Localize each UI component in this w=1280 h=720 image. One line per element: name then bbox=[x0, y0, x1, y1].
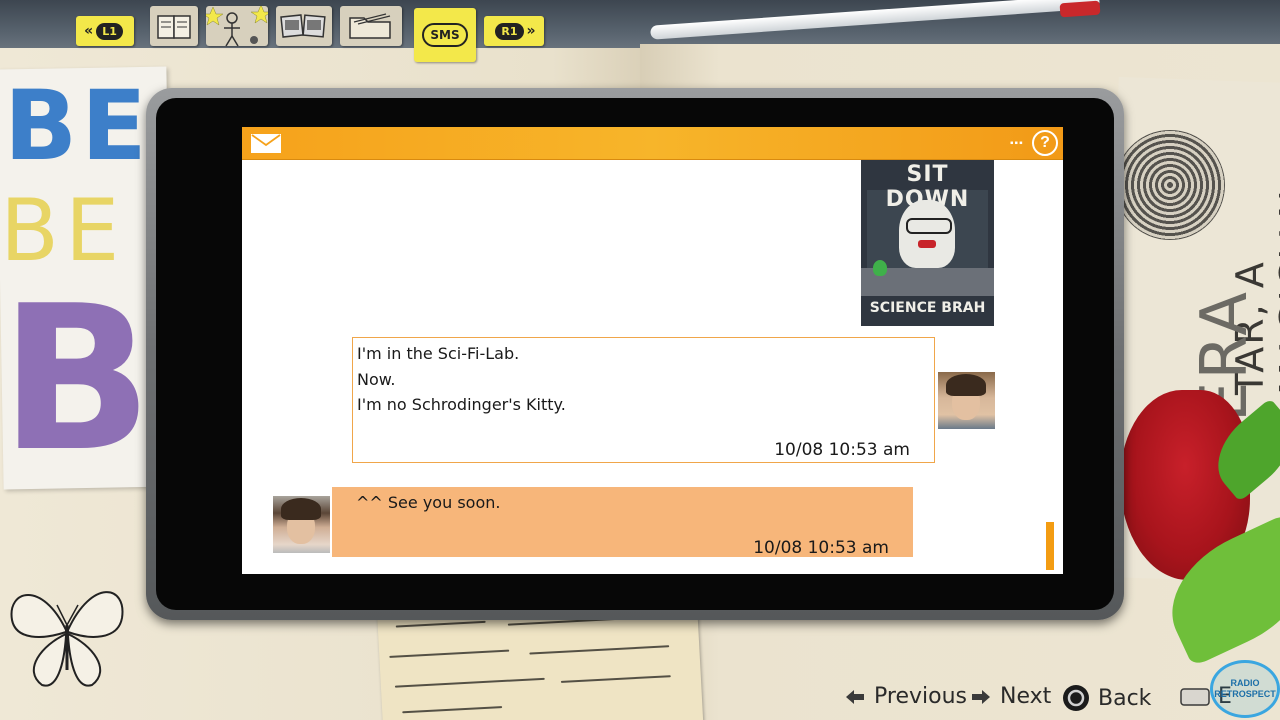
scrollbar[interactable] bbox=[1046, 522, 1054, 570]
l1-bumper-button[interactable]: « L1 bbox=[76, 16, 134, 46]
tab-characters[interactable] bbox=[202, 4, 272, 47]
double-chevron-right-icon: » bbox=[526, 23, 536, 39]
scribble-line bbox=[529, 645, 670, 655]
photos-icon bbox=[280, 14, 326, 38]
message-timestamp: 10/08 10:53 am bbox=[753, 538, 889, 558]
camera-lens-drawing bbox=[1115, 130, 1225, 240]
back-hint[interactable]: Back bbox=[1062, 684, 1151, 712]
tab-photos[interactable] bbox=[276, 6, 332, 46]
dpad-left-icon bbox=[846, 689, 864, 704]
message-line: I'm no Schrodinger's Kitty. bbox=[357, 395, 566, 414]
double-chevron-left-icon: « bbox=[84, 23, 94, 39]
scribble-line bbox=[395, 620, 486, 628]
poster-flask bbox=[873, 260, 887, 276]
message-line: Now. bbox=[357, 370, 396, 389]
circle-button-icon bbox=[1063, 685, 1089, 711]
poster-cat bbox=[899, 200, 955, 268]
sent-message-bubble: ^^ See you soon. 10/08 10:53 am bbox=[332, 487, 913, 558]
r1-bumper-button[interactable]: R1 » bbox=[484, 16, 544, 46]
poster-cat-bowtie bbox=[918, 240, 936, 248]
dpad-right-icon bbox=[972, 689, 990, 704]
signal-icon: ▪▪▪ bbox=[1010, 138, 1024, 149]
r1-label: R1 bbox=[495, 22, 524, 40]
sms-screen[interactable]: ▪▪▪ ? SIT DOWN SCIENCE BRAH I'm in the S… bbox=[242, 127, 1063, 574]
scrap-word-1: BE bbox=[4, 70, 151, 182]
message-line: ^^ See you soon. bbox=[356, 493, 501, 512]
tab-documents[interactable] bbox=[340, 6, 402, 46]
avatar-hair bbox=[946, 374, 986, 396]
previous-label: Previous bbox=[874, 684, 967, 709]
butterfly-drawing bbox=[10, 591, 124, 687]
scribble-line bbox=[560, 675, 671, 683]
sms-header-bar: ▪▪▪ ? bbox=[242, 127, 1063, 160]
characters-icon bbox=[202, 4, 272, 47]
player-avatar bbox=[273, 496, 330, 553]
avatar-hair bbox=[281, 498, 321, 520]
logo-line-1: RADIO bbox=[1230, 678, 1260, 688]
previous-hint[interactable]: Previous bbox=[844, 684, 967, 709]
logo-line-2: RETROSPECT bbox=[1214, 689, 1276, 699]
tab-sms[interactable]: SMS bbox=[414, 8, 476, 62]
help-icon[interactable]: ? bbox=[1032, 130, 1058, 156]
scrap-word-2: BE bbox=[0, 181, 126, 281]
journal-icon bbox=[157, 15, 191, 39]
tab-journal[interactable] bbox=[150, 6, 198, 46]
next-label: Next bbox=[1000, 684, 1052, 709]
touchpad-icon bbox=[1180, 687, 1210, 706]
sender-avatar bbox=[938, 372, 995, 429]
scribble-line bbox=[402, 706, 503, 714]
science-brah-poster-image[interactable]: SIT DOWN SCIENCE BRAH bbox=[861, 160, 994, 326]
poster-bottom-text: SCIENCE BRAH bbox=[869, 300, 986, 316]
pen-tip-decoration bbox=[1059, 0, 1101, 18]
message-timestamp: 10/08 10:53 am bbox=[774, 440, 910, 460]
received-message-bubble: I'm in the Sci-Fi-Lab. Now. I'm no Schro… bbox=[352, 337, 935, 463]
next-hint[interactable]: Next bbox=[970, 684, 1051, 709]
back-label: Back bbox=[1098, 685, 1152, 711]
envelope-icon bbox=[251, 134, 281, 153]
l1-label: L1 bbox=[96, 22, 123, 40]
radio-retrospect-logo: RADIO RETROSPECT bbox=[1210, 660, 1280, 718]
scribble-line bbox=[389, 649, 510, 658]
folder-icon bbox=[349, 13, 391, 39]
poster-cat-glasses bbox=[906, 218, 952, 234]
message-line: I'm in the Sci-Fi-Lab. bbox=[357, 344, 520, 363]
sms-icon: SMS bbox=[422, 23, 468, 47]
scribble-line bbox=[394, 677, 545, 688]
